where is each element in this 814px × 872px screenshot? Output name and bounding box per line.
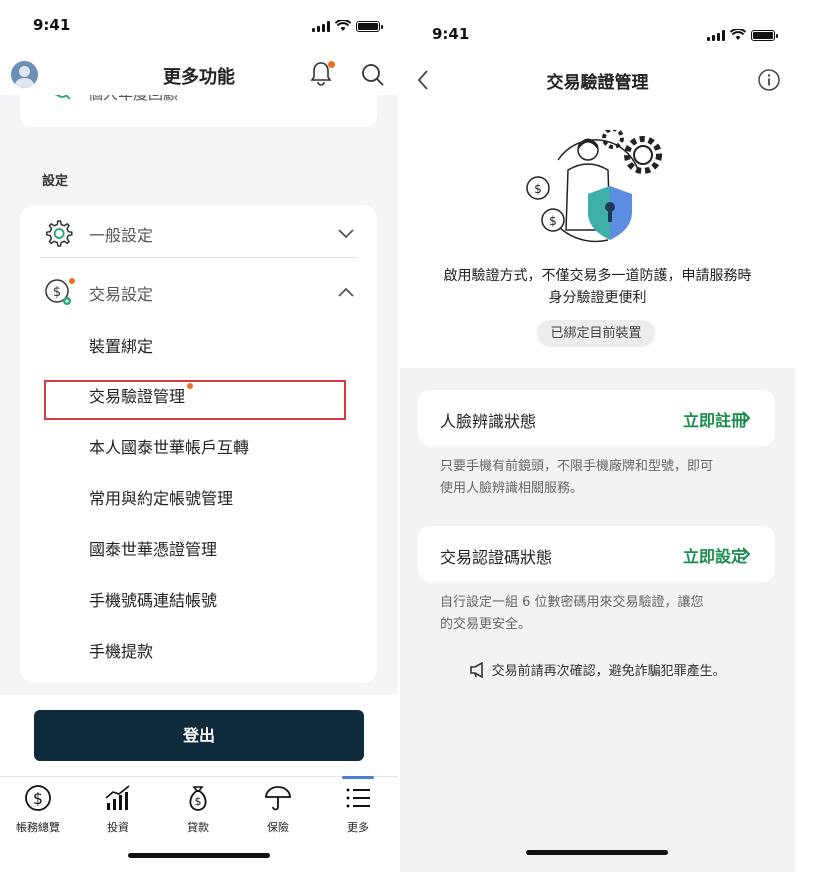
divider xyxy=(40,257,357,258)
trade-pin-setup-link[interactable]: 立即設定 xyxy=(683,543,747,567)
wifi-icon xyxy=(730,29,746,40)
annual-review-label: 個人年度回顧 xyxy=(88,95,178,104)
tab-insurance[interactable]: 保險 xyxy=(238,783,318,835)
tab-loan[interactable]: $ 貸款 xyxy=(158,783,238,835)
trade-pin-label: 交易認證碼狀態 xyxy=(440,548,553,567)
chart-up-icon xyxy=(105,785,130,810)
battery-icon xyxy=(356,20,383,32)
description-line: 身分驗證更便利 xyxy=(548,290,647,306)
trade-settings-label: 交易設定 xyxy=(89,285,154,304)
svg-text:$: $ xyxy=(195,795,202,808)
face-id-note: 只要手機有前鏡頭，不限手機廠牌和型號，即可 使用人臉辨識相關服務。 xyxy=(440,456,770,500)
chevron-up-icon xyxy=(337,283,355,302)
face-id-card[interactable]: 人臉辨識狀態 立即註冊 xyxy=(418,390,775,446)
svg-text:$: $ xyxy=(549,214,557,228)
svg-text:$: $ xyxy=(534,182,542,196)
annual-review-icon xyxy=(42,95,76,107)
signal-icon xyxy=(707,29,725,41)
tab-label: 保險 xyxy=(267,821,289,834)
megaphone-icon xyxy=(470,661,484,678)
trade-pin-card[interactable]: 交易認證碼狀態 立即設定 xyxy=(418,526,775,582)
dollar-gear-icon: $ xyxy=(43,277,75,313)
tab-label: 投資 xyxy=(107,821,129,834)
sub-item-device-binding[interactable]: 裝置綁定 xyxy=(89,333,153,357)
home-indicator xyxy=(526,850,668,855)
highlight-box xyxy=(44,380,346,420)
chevron-down-icon xyxy=(337,224,355,243)
tab-overview[interactable]: $ 帳務總覽 xyxy=(0,783,78,835)
face-id-label: 人臉辨識狀態 xyxy=(440,412,537,431)
trade-pin-note: 自行設定一組 6 位數密碼用來交易驗證，讓您 的交易更安全。 xyxy=(440,592,770,636)
description: 啟用驗證方式，不僅交易多一道防護，申請服務時 身分驗證更便利 xyxy=(420,265,775,309)
notification-dot xyxy=(328,61,335,68)
note-line: 使用人臉辨識相關服務。 xyxy=(440,481,584,496)
tab-label: 貸款 xyxy=(187,821,209,834)
status-time: 9:41 xyxy=(432,25,470,43)
umbrella-icon xyxy=(265,786,291,811)
home-indicator xyxy=(128,853,270,858)
security-illustration: $ $ xyxy=(526,130,662,243)
page-title: 更多功能 xyxy=(163,67,235,88)
sub-item-phone-withdrawal[interactable]: 手機提款 xyxy=(89,638,153,662)
header: 交易驗證管理 xyxy=(400,66,795,96)
tab-more[interactable]: 更多 xyxy=(318,776,398,835)
gear-icon xyxy=(43,218,73,252)
sub-item-certificate-management[interactable]: 國泰世華憑證管理 xyxy=(89,536,217,560)
status-time: 9:41 xyxy=(33,16,71,34)
status-icons xyxy=(707,29,778,41)
sub-item-own-account-transfer[interactable]: 本人國泰世華帳戶互轉 xyxy=(89,434,249,458)
note-line: 的交易更安全。 xyxy=(440,617,532,632)
status-icons xyxy=(312,20,383,32)
more-features-screen: 9:41 更多功能 個人年度回顧 設定 xyxy=(0,0,398,872)
page-title: 交易驗證管理 xyxy=(546,73,649,93)
face-id-register-link[interactable]: 立即註冊 xyxy=(683,407,747,431)
settings-card: 一般設定 $ 交易設定 裝置綁定 交易驗證管理 本人國泰世華帳戶互轉 常用與約定… xyxy=(20,205,377,683)
general-settings-row[interactable]: 一般設定 xyxy=(20,208,377,258)
chevron-right-icon xyxy=(741,410,751,430)
notification-bell-icon[interactable] xyxy=(310,61,335,91)
svg-text:$: $ xyxy=(33,789,43,808)
wifi-icon xyxy=(335,20,351,31)
warning-notice: 交易前請再次確認，避免詐騙犯罪產生。 xyxy=(400,660,795,679)
bound-device-badge: 已綁定目前裝置 xyxy=(537,320,655,347)
annual-review-item[interactable]: 個人年度回顧 xyxy=(20,95,377,127)
battery-icon xyxy=(751,29,778,41)
tab-investment[interactable]: 投資 xyxy=(78,783,158,835)
content-area: 個人年度回顧 設定 一般設定 $ 交易設定 xyxy=(0,95,398,695)
signal-icon xyxy=(312,20,330,32)
header: 更多功能 xyxy=(0,55,398,95)
chevron-right-icon xyxy=(741,546,751,566)
logout-button[interactable]: 登出 xyxy=(34,710,364,761)
general-settings-label: 一般設定 xyxy=(89,226,154,245)
status-bar: 9:41 xyxy=(400,25,795,55)
trade-settings-row[interactable]: $ 交易設定 xyxy=(20,267,377,317)
note-line: 只要手機有前鏡頭，不限手機廠牌和型號，即可 xyxy=(440,459,714,474)
search-icon[interactable] xyxy=(361,63,385,91)
status-bar: 9:41 xyxy=(0,16,398,46)
info-icon[interactable] xyxy=(757,68,781,96)
sub-item-phone-link[interactable]: 手機號碼連結帳號 xyxy=(89,587,217,611)
sub-item-account-management[interactable]: 常用與約定帳號管理 xyxy=(89,485,233,509)
verification-methods: 人臉辨識狀態 立即註冊 只要手機有前鏡頭，不限手機廠牌和型號，即可 使用人臉辨識… xyxy=(400,368,795,872)
tab-label: 更多 xyxy=(347,821,369,834)
svg-text:$: $ xyxy=(53,285,61,300)
money-bag-icon: $ xyxy=(189,786,207,811)
tab-label: 帳務總覽 xyxy=(16,821,60,834)
menu-list-icon xyxy=(346,788,370,808)
warning-text: 交易前請再次確認，避免詐騙犯罪產生。 xyxy=(491,664,726,679)
dollar-circle-icon: $ xyxy=(25,785,51,811)
trade-verification-screen: 9:41 交易驗證管理 $ $ 啟用驗證方式，不僅交易多一道防護，申請服務時 身… xyxy=(400,10,795,872)
note-line: 自行設定一組 6 位數密碼用來交易驗證，讓您 xyxy=(440,595,704,610)
description-line: 啟用驗證方式，不僅交易多一道防護，申請服務時 xyxy=(443,268,752,284)
section-label-settings: 設定 xyxy=(42,174,69,189)
